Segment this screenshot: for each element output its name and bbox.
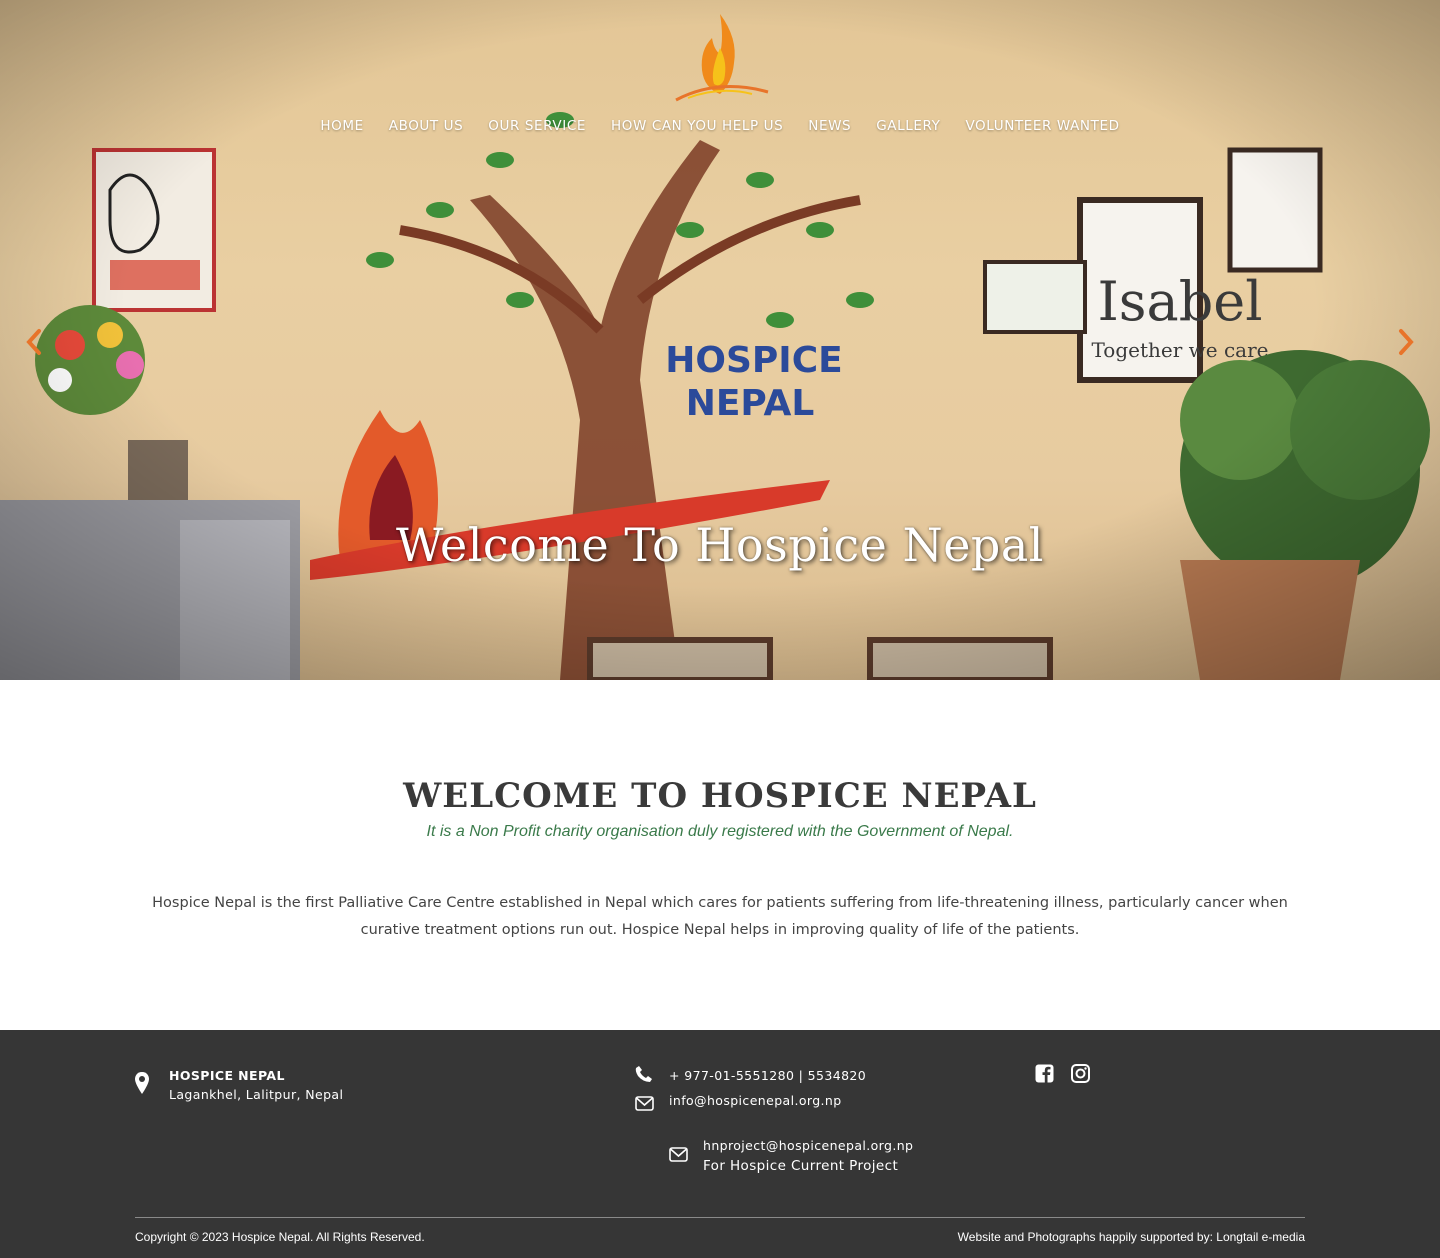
site-footer: HOSPICE NEPAL Lagankhel, Lalitpur, Nepal… <box>0 1030 1440 1258</box>
copyright-text: Copyright © 2023 Hospice Nepal. All Righ… <box>135 1230 425 1244</box>
map-marker-icon <box>134 1070 150 1096</box>
welcome-section: WELCOME TO HOSPICE NEPAL It is a Non Pro… <box>0 680 1440 1030</box>
credit-text[interactable]: Website and Photographs happily supporte… <box>958 1230 1305 1244</box>
nav-volunteer-wanted[interactable]: VOLUNTEER WANTED <box>953 116 1132 136</box>
welcome-body: Hospice Nepal is the first Palliative Ca… <box>152 895 1288 938</box>
footer-org-name: HOSPICE NEPAL <box>169 1068 285 1083</box>
footer-project-email[interactable]: hnproject@hospicenepal.org.np <box>703 1138 913 1153</box>
welcome-subtitle: It is a Non Profit charity organisation … <box>426 823 1014 840</box>
nav-our-service[interactable]: OUR SERVICE <box>476 116 599 136</box>
phone-icon <box>634 1064 654 1084</box>
flame-logo-icon <box>675 14 769 102</box>
footer-divider <box>135 1217 1305 1218</box>
footer-address: Lagankhel, Lalitpur, Nepal <box>169 1087 344 1102</box>
nav-gallery[interactable]: GALLERY <box>864 116 953 136</box>
slider-prev-button[interactable] <box>14 322 54 362</box>
welcome-title: WELCOME TO HOSPICE NEPAL <box>403 776 1037 816</box>
chevron-left-icon <box>26 329 41 355</box>
site-logo[interactable] <box>668 8 772 108</box>
nav-home[interactable]: HOME <box>308 116 376 136</box>
hero-slider: HOSPICE NEPAL Isabel Together we care HO… <box>0 0 1440 680</box>
nav-how-can-you-help-us[interactable]: HOW CAN YOU HELP US <box>599 116 796 136</box>
envelope-icon <box>634 1094 654 1112</box>
footer-project-note: For Hospice Current Project <box>703 1158 899 1174</box>
chevron-right-icon <box>1399 329 1414 355</box>
project-envelope-icon <box>668 1145 688 1163</box>
hero-caption: Welcome To Hospice Nepal <box>395 518 1045 572</box>
nav-about-us[interactable]: ABOUT US <box>376 116 476 136</box>
slider-next-button[interactable] <box>1386 322 1426 362</box>
facebook-icon[interactable] <box>1034 1063 1054 1083</box>
footer-email[interactable]: info@hospicenepal.org.np <box>669 1093 842 1108</box>
footer-phone[interactable]: + 977-01-5551280 | 5534820 <box>669 1068 866 1083</box>
nav-news[interactable]: NEWS <box>796 116 864 136</box>
instagram-icon[interactable] <box>1070 1063 1090 1083</box>
main-nav: HOME ABOUT US OUR SERVICE HOW CAN YOU HE… <box>0 116 1440 136</box>
